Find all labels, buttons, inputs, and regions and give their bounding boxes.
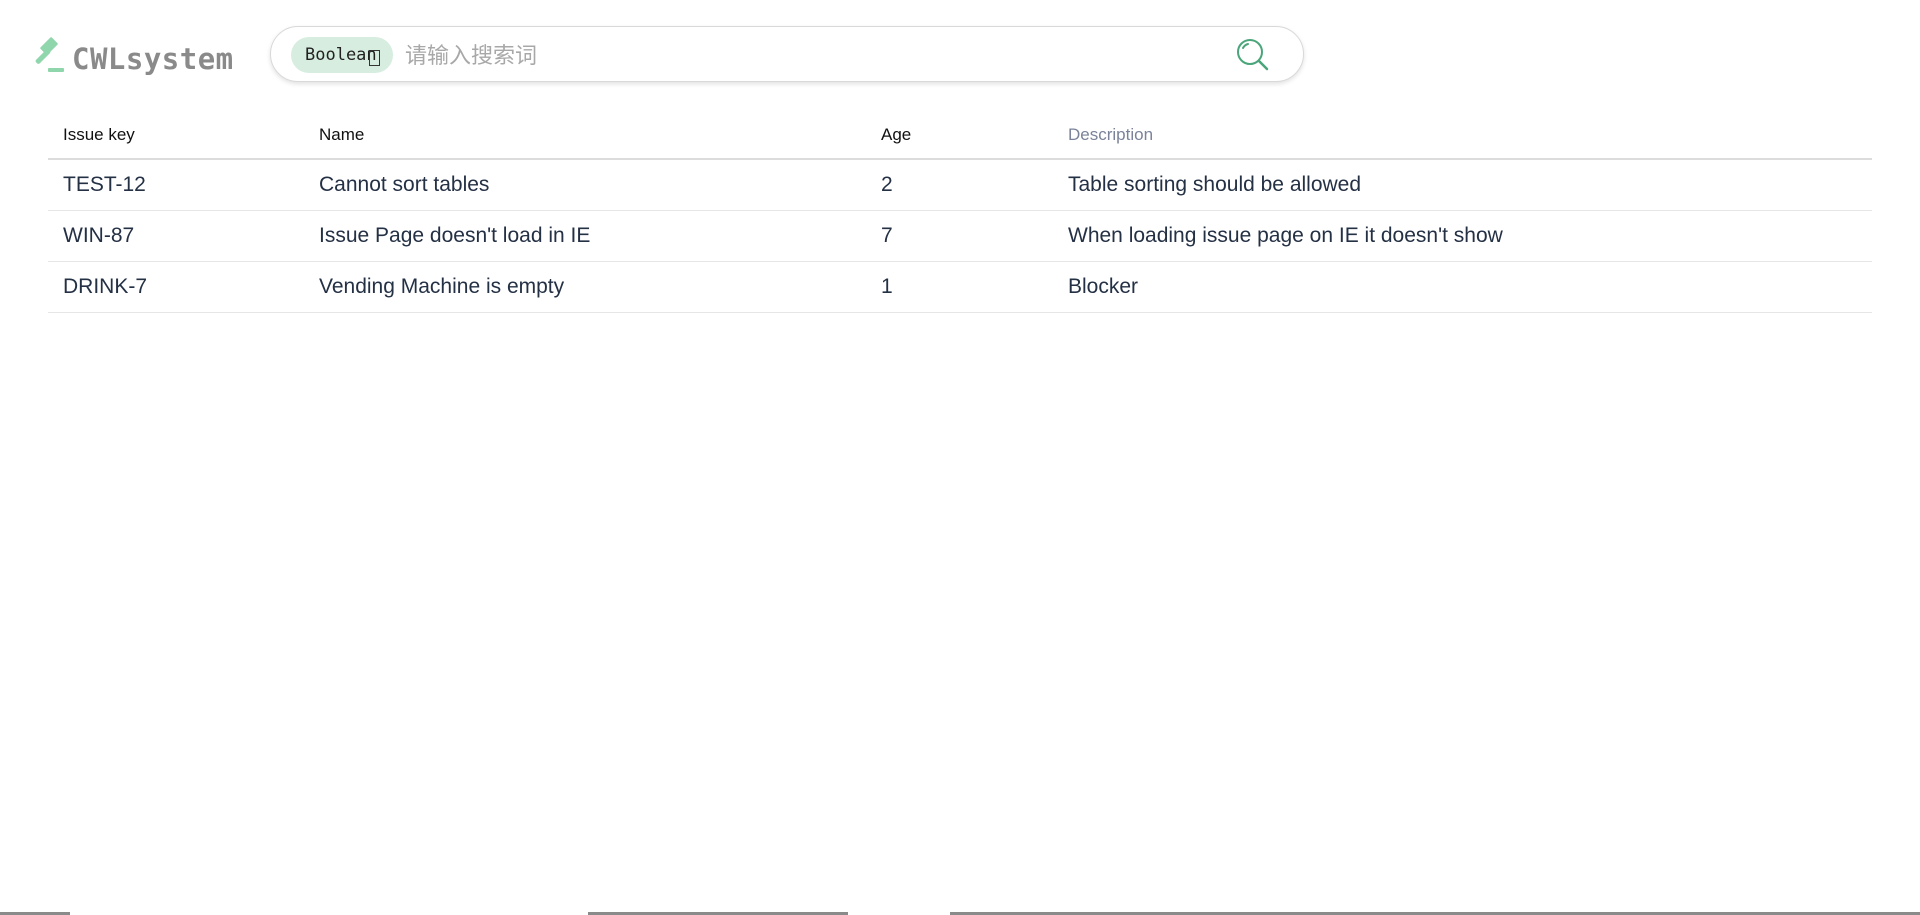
gavel-icon: [30, 34, 70, 76]
search-mode-toggle[interactable]: Boolean: [291, 37, 393, 73]
app-logo[interactable]: CWLsystem: [30, 34, 234, 76]
issue-name-cell: Vending Machine is empty: [304, 261, 866, 313]
table-row[interactable]: TEST-12 Cannot sort tables 2 Table sorti…: [48, 159, 1872, 211]
issue-key-cell: WIN-87: [48, 210, 304, 262]
top-bar: CWLsystem Boolean: [0, 0, 1920, 110]
table-row[interactable]: DRINK-7 Vending Machine is empty 1 Block…: [48, 261, 1872, 313]
issue-age-cell: 1: [866, 261, 1053, 313]
table-header-row: Issue key Name Age Description: [48, 112, 1872, 160]
issue-name-cell: Issue Page doesn't load in IE: [304, 210, 866, 262]
issue-name-cell: Cannot sort tables: [304, 159, 866, 211]
column-header-issue-key[interactable]: Issue key: [48, 112, 304, 160]
issue-age-cell: 7: [866, 210, 1053, 262]
column-header-name[interactable]: Name: [304, 112, 866, 160]
search-bar: Boolean: [270, 26, 1304, 82]
issues-table: Issue key Name Age Description TEST-12 C…: [48, 112, 1872, 313]
issue-age-cell: 2: [866, 159, 1053, 211]
issue-description-cell: Blocker: [1053, 261, 1872, 313]
text-cursor: [368, 50, 380, 66]
search-input[interactable]: [403, 37, 1187, 75]
issue-key-cell: DRINK-7: [48, 261, 304, 313]
issue-key-cell: TEST-12: [48, 159, 304, 211]
search-mode-label: Boolean: [305, 45, 377, 65]
search-icon: [1233, 39, 1273, 79]
issue-description-cell: Table sorting should be allowed: [1053, 159, 1872, 211]
table-row[interactable]: WIN-87 Issue Page doesn't load in IE 7 W…: [48, 210, 1872, 262]
issue-description-cell: When loading issue page on IE it doesn't…: [1053, 210, 1872, 262]
app-title: CWLsystem: [72, 42, 234, 76]
column-header-description[interactable]: Description: [1053, 112, 1872, 160]
column-header-age[interactable]: Age: [866, 112, 1053, 160]
search-button[interactable]: [1233, 35, 1273, 75]
